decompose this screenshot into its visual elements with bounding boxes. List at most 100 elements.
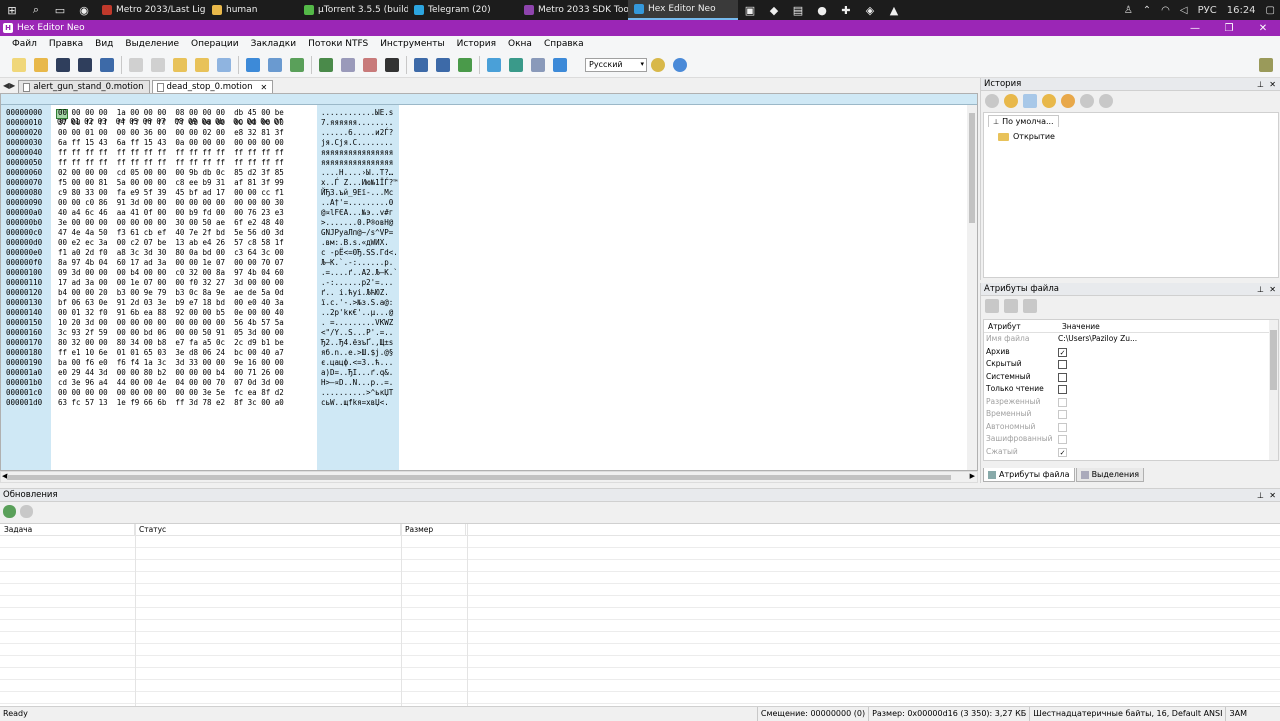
structure-icon[interactable] xyxy=(337,54,358,75)
scroll-right-icon[interactable]: ▶ xyxy=(970,472,975,480)
row-ascii[interactable]: .вм:.В.ѕ.«дWИX. xyxy=(321,238,389,248)
menu-item-7[interactable]: Инструменты xyxy=(374,39,450,49)
pinned-icon-2[interactable]: ◆ xyxy=(762,0,786,20)
document-tab[interactable]: dead_stop_0.motion ✕ xyxy=(151,80,274,93)
row-ascii[interactable]: Ђ2..Ђ4.ёзъҐ.,Щ±ѕ xyxy=(321,338,393,348)
utorrent-app[interactable]: µTorrent 3.5.5 (build ... xyxy=(298,0,408,20)
minimize-button[interactable]: — xyxy=(1178,20,1212,36)
close-icon[interactable]: ✕ xyxy=(1269,489,1276,502)
row-hex-bytes[interactable]: 3e 00 00 00 00 00 00 00 30 00 50 ae 6f e… xyxy=(58,218,284,228)
row-hex-bytes[interactable]: 80 32 00 00 80 34 00 b8 e7 fa a5 0c 2c d… xyxy=(58,338,284,348)
attribute-checkbox[interactable] xyxy=(1058,360,1067,369)
layout-icon[interactable] xyxy=(1255,54,1276,75)
row-hex-bytes[interactable]: b4 00 00 20 b3 00 9e 79 b3 0c 8a 9e ae d… xyxy=(58,288,284,298)
row-ascii[interactable]: @¤lFЄA...№э..v#г xyxy=(321,208,393,218)
row-hex-bytes[interactable]: 47 4e 4a 50 f3 61 cb ef 40 7e 2f bd 5e 5… xyxy=(58,228,284,238)
pattern-icon[interactable] xyxy=(454,54,475,75)
row-ascii[interactable]: 7.яяяяяя........ xyxy=(321,118,393,128)
refresh-icon[interactable] xyxy=(505,54,526,75)
row-hex-bytes[interactable]: 02 00 00 00 cd 05 00 00 00 9b db 0c 85 d… xyxy=(58,168,284,178)
row-ascii[interactable]: ............ЫE.ѕ xyxy=(321,108,393,118)
pin-icon[interactable]: ⊥ xyxy=(1257,489,1264,502)
row-ascii[interactable]: ..2р'kк€'..µ...@ xyxy=(321,308,393,318)
attribute-checkbox[interactable] xyxy=(1058,372,1067,382)
close-window-button[interactable]: ✕ xyxy=(1246,20,1280,36)
row-hex-bytes[interactable]: f1 a0 2d f0 a8 3c 3d 30 80 0a bd 00 c3 6… xyxy=(58,248,284,258)
row-hex-bytes[interactable]: bf 06 63 0e 91 2d 03 3e b9 e7 18 bd 00 e… xyxy=(58,298,284,308)
row-ascii[interactable]: ґ.. і.ћyі.ЉћЮZ. xyxy=(321,288,389,298)
document-tab[interactable]: alert_gun_stand_0.motion xyxy=(18,80,150,93)
help-icon[interactable] xyxy=(549,54,570,75)
row-ascii[interactable]: ....Н....›Ы..Т?… xyxy=(321,168,393,178)
metro-sdk-app[interactable]: Metro 2033 SDK Tools... xyxy=(518,0,628,20)
row-ascii[interactable]: ..А†'=.........0 xyxy=(321,198,393,208)
maximize-button[interactable]: ❐ xyxy=(1212,20,1246,36)
row-ascii[interactable]: яяяяяяяяяяяяяяяя xyxy=(321,148,393,158)
row-ascii[interactable]: а)D=..ЂІ...ґ.q&. xyxy=(321,368,393,378)
row-hex-bytes[interactable]: 00 00 00 00 00 00 00 00 00 00 3e 5e fc e… xyxy=(58,388,284,398)
hex-editor-view[interactable]: 00000000 00 01 02 03 04 05 06 07 08 09 0… xyxy=(0,93,978,471)
row-hex-bytes[interactable]: e0 29 44 3d 00 00 80 b2 00 00 00 b4 00 7… xyxy=(58,368,284,378)
hex-view-icon[interactable] xyxy=(410,54,431,75)
new-file-icon[interactable] xyxy=(8,54,29,75)
human-folder-app[interactable]: human xyxy=(206,0,298,20)
row-ascii[interactable]: є.цацф.<=3..ћ... xyxy=(321,358,393,368)
copy-icon[interactable] xyxy=(213,54,234,75)
pinned-icon-4[interactable]: ● xyxy=(810,0,834,20)
close-tab-icon[interactable]: ✕ xyxy=(260,83,267,92)
refresh-attrs-icon[interactable] xyxy=(1023,299,1037,313)
row-hex-bytes[interactable]: 00 00 00 00 1a 00 00 00 08 00 00 00 db 4… xyxy=(58,108,284,118)
row-ascii[interactable]: . =.........VKWZ xyxy=(321,318,393,328)
pin-icon[interactable]: ⊥ xyxy=(1257,283,1264,296)
row-hex-bytes[interactable]: 10 20 3d 00 00 00 00 00 00 00 00 00 56 4… xyxy=(58,318,284,328)
plugin-add-icon[interactable] xyxy=(647,54,668,75)
attributes-scrollbar[interactable] xyxy=(1269,320,1278,460)
save-all-icon[interactable] xyxy=(96,54,117,75)
row-hex-bytes[interactable]: 00 00 c0 86 91 3d 00 00 00 00 00 00 00 0… xyxy=(58,198,284,208)
check-updates-icon[interactable] xyxy=(3,504,16,518)
row-ascii[interactable]: ЙЂ3.ъй_9Eї-...Мс xyxy=(321,188,393,198)
menu-item-1[interactable]: Правка xyxy=(43,39,89,49)
row-hex-bytes[interactable]: 40 a4 6c 46 aa 41 0f 00 00 b9 fd 00 00 7… xyxy=(58,208,284,218)
row-hex-bytes[interactable]: cd 3e 96 a4 44 00 00 4e 04 00 00 70 07 0… xyxy=(58,378,284,388)
telegram-app[interactable]: Telegram (20) xyxy=(408,0,518,20)
row-ascii[interactable]: яб.n..e.>Ш.$ј.@§ xyxy=(321,348,393,358)
tab-prev-icon[interactable]: ◀▶ xyxy=(0,79,18,93)
row-hex-bytes[interactable]: 37 00 ff ff ff ff ff ff 7f 00 00 00 00 0… xyxy=(58,118,284,128)
cancel-updates-icon[interactable] xyxy=(20,504,33,518)
menu-item-6[interactable]: Потоки NTFS xyxy=(302,39,374,49)
row-ascii[interactable]: >.......0.P®oвH@ xyxy=(321,218,393,228)
row-hex-bytes[interactable]: 17 ad 3a 00 00 1e 07 00 00 f0 32 27 3d 0… xyxy=(58,278,284,288)
row-ascii[interactable]: х..Ѓ Z...Ию№1ЇЃ?™ xyxy=(321,178,398,188)
network-icon[interactable]: ◠ xyxy=(1156,5,1175,16)
pinned-icon-7[interactable]: ▲ xyxy=(882,0,906,20)
goto-icon[interactable] xyxy=(242,54,263,75)
pinned-icon-5[interactable]: ✚ xyxy=(834,0,858,20)
menu-item-10[interactable]: Справка xyxy=(538,39,590,49)
menu-item-8[interactable]: История xyxy=(451,39,502,49)
row-hex-bytes[interactable]: ff ff ff ff ff ff ff ff ff ff ff ff ff f… xyxy=(58,158,284,168)
hex-editor-app[interactable]: Hex Editor Neo xyxy=(628,0,738,20)
language-indicator[interactable]: РУС xyxy=(1193,5,1222,16)
row-hex-bytes[interactable]: f5 00 00 81 5a 00 00 00 c8 ee b9 31 af 8… xyxy=(58,178,284,188)
history-branch-icon[interactable] xyxy=(1042,94,1056,108)
history-undo-icon[interactable] xyxy=(1004,94,1018,108)
pinned-app-icon[interactable]: ◉ xyxy=(72,0,96,20)
close-icon[interactable]: ✕ xyxy=(1269,78,1276,91)
row-hex-bytes[interactable]: ff e1 10 6e 01 01 65 03 3e d8 06 24 bc 0… xyxy=(58,348,284,358)
undo-icon[interactable] xyxy=(125,54,146,75)
tray-chevron-icon[interactable]: ⌃ xyxy=(1138,5,1156,16)
volume-icon[interactable]: ◁ xyxy=(1175,5,1193,16)
bookmark-icon[interactable] xyxy=(315,54,336,75)
row-ascii[interactable]: jя.Cjя.C........ xyxy=(321,138,393,148)
row-hex-bytes[interactable]: 09 3d 00 00 00 b4 00 00 c0 32 00 8a 97 4… xyxy=(58,268,284,278)
plugin-update-icon[interactable] xyxy=(669,54,690,75)
tab-file-attributes[interactable]: Атрибуты файла xyxy=(983,468,1075,482)
row-hex-bytes[interactable]: 00 e2 ec 3a 00 c2 07 be 13 ab e4 26 57 c… xyxy=(58,238,284,248)
compare-icon[interactable] xyxy=(359,54,380,75)
history-add-icon[interactable] xyxy=(1061,94,1075,108)
row-ascii[interactable]: яяяяяяяяяяяяяяяя xyxy=(321,158,393,168)
menu-item-9[interactable]: Окна xyxy=(502,39,538,49)
row-hex-bytes[interactable]: 6a ff 15 43 6a ff 15 43 0a 00 00 00 00 0… xyxy=(58,138,284,148)
fullscreen-icon[interactable] xyxy=(483,54,504,75)
